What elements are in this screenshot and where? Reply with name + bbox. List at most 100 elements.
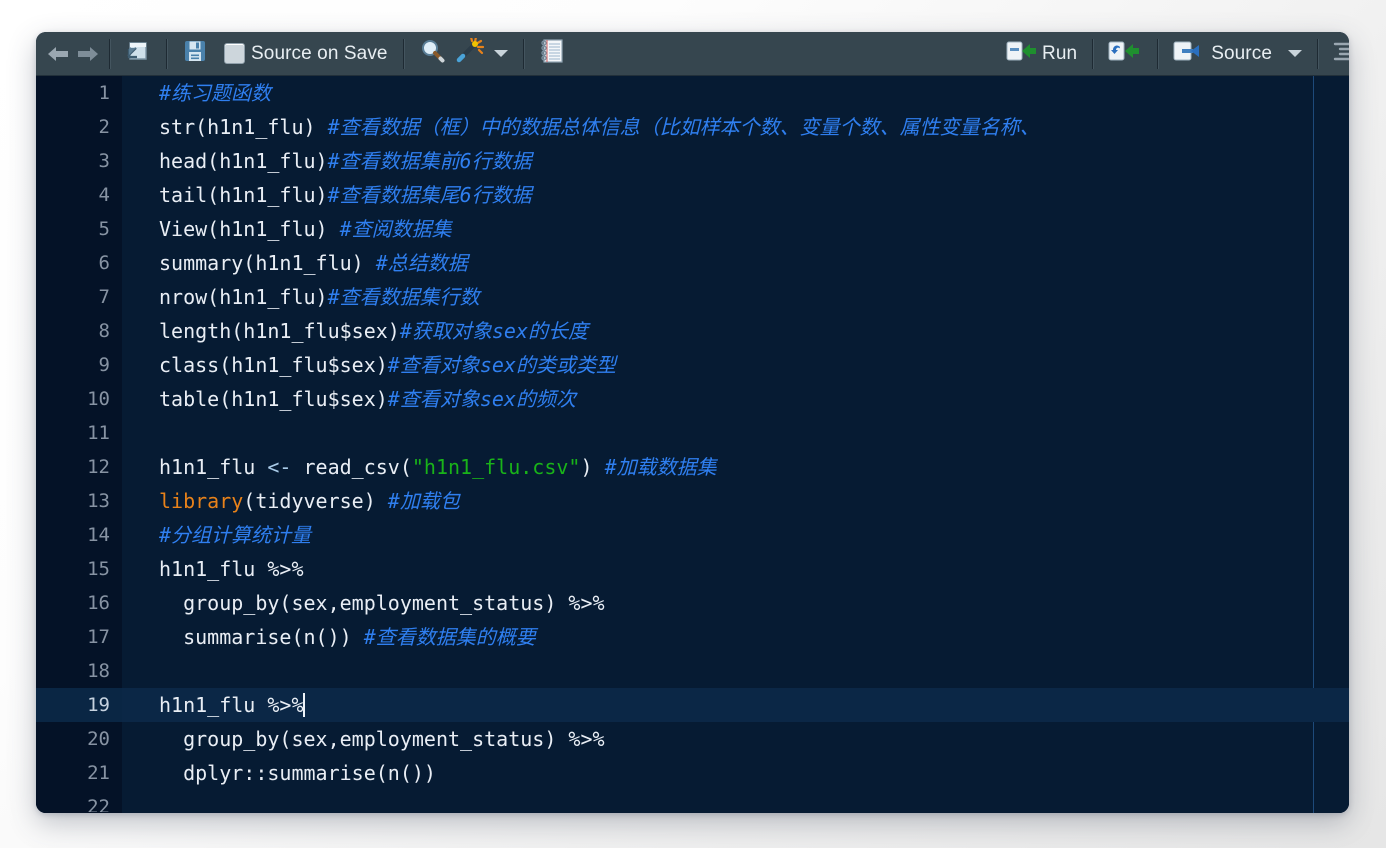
code-token-comment: #查看对象sex的类或类型 [387, 353, 616, 377]
code-line[interactable]: table(h1n1_flu$sex)#查看对象sex的频次 [122, 382, 1349, 416]
code-line[interactable]: summarise(n()) #查看数据集的概要 [122, 620, 1349, 654]
code-token-comment: #查看数据集行数 [327, 285, 480, 309]
line-number: 22 [87, 796, 110, 812]
document-outline-icon [1333, 39, 1349, 68]
code-token-code: ) [580, 455, 605, 479]
code-token-code: table(h1n1_flu$sex) [159, 387, 388, 411]
code-line[interactable]: dplyr::summarise(n()) [122, 756, 1349, 790]
run-button[interactable]: Run [1000, 37, 1083, 71]
code-token-code: str(h1n1_flu) [159, 115, 328, 139]
code-line[interactable]: class(h1n1_flu$sex)#查看对象sex的类或类型 [122, 348, 1349, 382]
code-token-comment: #查看数据（框）中的数据总体信息（比如样本个数、变量个数、属性变量名称、 [327, 115, 1040, 139]
line-number: 11 [87, 422, 110, 444]
code-token-code: class(h1n1_flu$sex) [159, 353, 388, 377]
code-token-comment: #加载包 [387, 489, 460, 513]
compile-report-button[interactable] [533, 37, 571, 71]
code-token-comment: #查看数据集尾6行数据 [327, 183, 532, 207]
line-number: 1 [98, 82, 110, 104]
code-token-string: "h1n1_flu.csv" [411, 455, 581, 479]
code-line[interactable]: nrow(h1n1_flu)#查看数据集行数 [122, 280, 1349, 314]
text-cursor [302, 693, 305, 717]
show-in-new-window-button[interactable] [119, 37, 157, 71]
nav-arrows-group [44, 32, 100, 76]
code-token-op2: %>% [267, 557, 304, 581]
document-outline-button[interactable] [1327, 37, 1349, 71]
rerun-button[interactable] [1102, 37, 1148, 71]
code-line[interactable] [122, 654, 1349, 688]
code-tools-button[interactable] [453, 35, 514, 71]
source-label: Source [1211, 42, 1272, 64]
code-token-code: dplyr::summarise(n()) [159, 761, 436, 785]
line-number: 7 [98, 286, 110, 308]
code-line[interactable]: tail(h1n1_flu)#查看数据集尾6行数据 [122, 178, 1349, 212]
line-number: 4 [98, 184, 110, 206]
find-replace-button[interactable] [413, 37, 453, 71]
code-text-area[interactable]: #练习题函数 str(h1n1_flu) #查看数据（框）中的数据总体信息（比如样… [122, 76, 1349, 813]
code-token-comment: #查阅数据集 [339, 217, 452, 241]
code-line[interactable]: summary(h1n1_flu) #总结数据 [122, 246, 1349, 280]
save-floppy-icon [182, 38, 208, 69]
magic-wand-icon [455, 35, 485, 69]
show-in-new-window-icon [125, 39, 151, 68]
code-line[interactable]: str(h1n1_flu) #查看数据（框）中的数据总体信息（比如样本个数、变量… [122, 110, 1349, 144]
code-editor[interactable]: 1 2 3 4 5 6 7 8 9 10 11 12 13 14 15 16 17 18 19 20 21 22 #练习题… [36, 76, 1349, 813]
source-button[interactable]: Source [1167, 37, 1308, 71]
code-line[interactable]: h1n1_flu %>% [122, 688, 1349, 722]
code-line[interactable]: group_by(sex,employment_status) %>% [122, 722, 1349, 756]
code-token-code: group_by(sex,employment_status) [159, 727, 569, 751]
line-number: 15 [87, 558, 110, 580]
toolbar-separator [1317, 38, 1318, 69]
code-token-code: nrow(h1n1_flu) [159, 285, 328, 309]
line-number: 17 [87, 626, 110, 648]
source-editor-toolbar: Source on Save Run Source [36, 32, 1349, 76]
code-line[interactable]: #练习题函数 [122, 76, 1349, 110]
code-token-code: h1n1_flu [159, 693, 268, 717]
code-line[interactable]: h1n1_flu %>% [122, 552, 1349, 586]
line-number: 8 [98, 320, 110, 342]
line-number: 21 [87, 762, 110, 784]
magnifier-icon [419, 38, 447, 69]
rerun-icon [1108, 39, 1142, 68]
code-token-op2: %>% [568, 727, 605, 751]
code-line[interactable] [122, 790, 1349, 812]
toolbar-separator [1157, 38, 1159, 69]
code-token-comment: #查看数据集前6行数据 [327, 149, 532, 173]
code-token-code: summary(h1n1_flu) [159, 251, 376, 275]
arrow-left-icon[interactable] [46, 43, 72, 65]
code-token-comment: #加载数据集 [604, 455, 717, 479]
toolbar-separator [402, 38, 404, 69]
code-line[interactable]: #分组计算统计量 [122, 518, 1349, 552]
code-line[interactable]: head(h1n1_flu)#查看数据集前6行数据 [122, 144, 1349, 178]
line-number: 14 [87, 524, 110, 546]
code-line[interactable]: library(tidyverse) #加载包 [122, 484, 1349, 518]
code-token-code: View(h1n1_flu) [159, 217, 340, 241]
code-token-code: read_csv( [291, 455, 412, 479]
source-on-save-label: Source on Save [251, 42, 388, 64]
line-number: 2 [98, 116, 110, 138]
save-button[interactable] [176, 37, 214, 71]
code-line[interactable]: length(h1n1_flu$sex)#获取对象sex的长度 [122, 314, 1349, 348]
arrow-right-icon[interactable] [74, 43, 100, 65]
run-line-icon [1006, 39, 1037, 68]
code-token-code: h1n1_flu [159, 455, 268, 479]
line-number: 12 [87, 456, 110, 478]
code-line[interactable]: h1n1_flu <- read_csv("h1n1_flu.csv") #加载… [122, 450, 1349, 484]
code-token-comment: #总结数据 [375, 251, 468, 275]
run-label: Run [1042, 42, 1078, 64]
line-number: 3 [98, 150, 110, 172]
source-on-save-checkbox[interactable]: Source on Save [218, 37, 394, 71]
code-token-code: summarise(n()) [159, 625, 364, 649]
chevron-down-icon[interactable] [1288, 50, 1302, 57]
notebook-icon [539, 38, 565, 69]
code-token-op: <- [267, 455, 292, 479]
line-number: 10 [87, 388, 110, 410]
chevron-down-icon[interactable] [493, 50, 508, 57]
toolbar-separator [1092, 38, 1094, 69]
code-line[interactable] [122, 416, 1349, 450]
code-line[interactable]: View(h1n1_flu) #查阅数据集 [122, 212, 1349, 246]
code-line[interactable]: group_by(sex,employment_status) %>% [122, 586, 1349, 620]
code-token-op2: %>% [568, 591, 605, 615]
toolbar-separator [166, 38, 167, 69]
line-number-gutter: 1 2 3 4 5 6 7 8 9 10 11 12 13 14 15 16 17 18 19 20 21 22 [36, 76, 122, 813]
code-token-kw: library [159, 489, 244, 513]
